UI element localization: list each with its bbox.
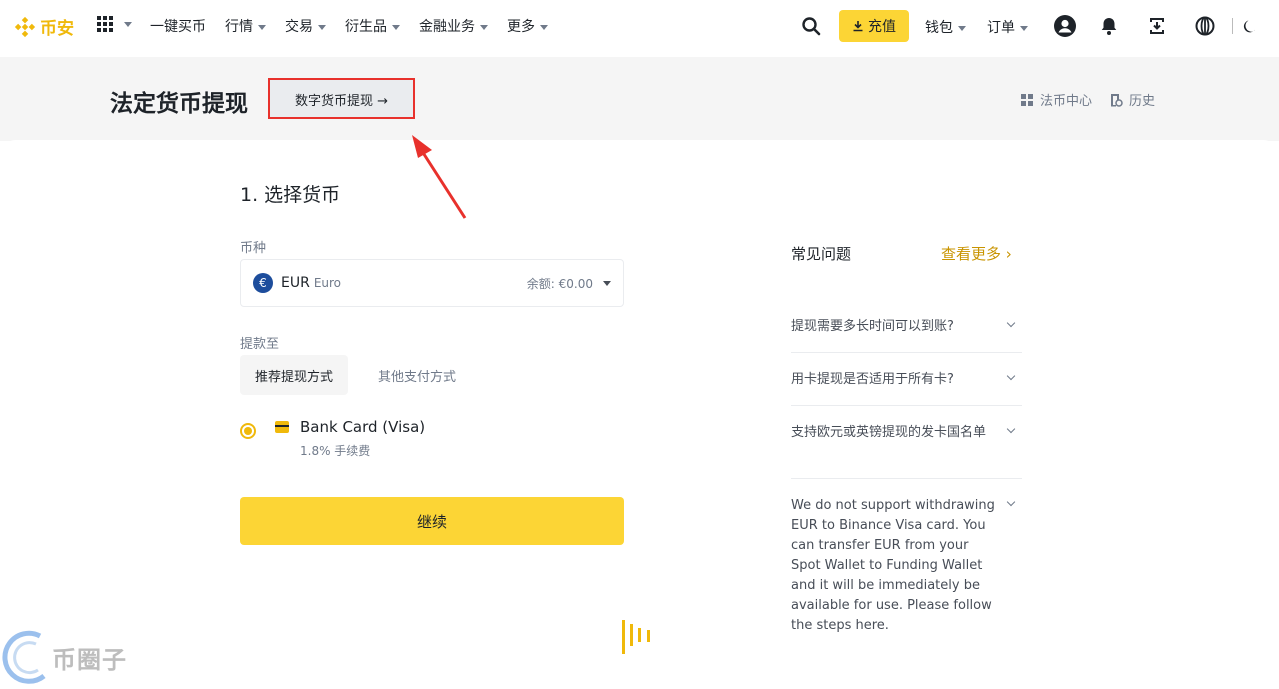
faq-more-link[interactable]: 查看更多 › [941, 243, 1012, 264]
watermark-logo-icon [2, 630, 46, 684]
euro-icon: € [253, 273, 273, 293]
nav-divider [1232, 18, 1233, 34]
wallet-menu[interactable]: 钱包 [925, 17, 966, 37]
chevron-down-icon [258, 24, 266, 30]
chevron-down-icon [958, 25, 966, 31]
menu-label: 交易 [285, 19, 313, 35]
faq-question: We do not support withdrawing EUR to Bin… [791, 498, 995, 633]
menu-label: 金融业务 [419, 19, 475, 35]
logo-text: 币安 [40, 19, 74, 39]
chevron-down-icon [1006, 318, 1016, 328]
menu-label: 更多 [507, 19, 535, 35]
step-title: 1. 选择货币 [240, 184, 341, 206]
theme-toggle-icon[interactable] [1238, 14, 1262, 38]
chevron-down-icon [124, 21, 132, 27]
deposit-button[interactable]: 充值 [839, 10, 909, 42]
main-content [0, 140, 1279, 689]
menu-item-markets[interactable]: 行情 [225, 16, 275, 36]
grid-icon [97, 16, 113, 32]
history-label: 历史 [1129, 94, 1156, 109]
chevron-down-icon [480, 24, 488, 30]
apps-menu[interactable] [97, 16, 132, 32]
continue-button[interactable]: 继续 [240, 497, 624, 545]
highlight-box [268, 78, 415, 119]
orders-menu[interactable]: 订单 [987, 17, 1028, 37]
menu-item-finance[interactable]: 金融业务 [419, 16, 497, 36]
faq-divider [791, 478, 1022, 479]
moon-icon [1243, 20, 1256, 33]
user-avatar-icon[interactable] [1053, 14, 1077, 38]
method-radio[interactable] [240, 423, 256, 439]
language-icon [1195, 16, 1215, 36]
wallet-label: 钱包 [925, 20, 953, 36]
method-name: Bank Card (Visa) [300, 418, 426, 436]
faq-question: 提现需要多长时间可以到账? [791, 319, 954, 334]
orders-label: 订单 [987, 20, 1015, 36]
bank-card-icon [275, 421, 289, 433]
currency-select[interactable]: € EUR Euro 余额: €0.00 [240, 259, 624, 307]
faq-item[interactable]: 提现需要多长时间可以到账? [791, 317, 1022, 337]
chevron-down-icon [603, 280, 611, 286]
fiat-center-link[interactable]: 法币中心 [1020, 90, 1092, 109]
faq-divider [791, 352, 1022, 353]
currency-name: Euro [313, 276, 342, 290]
chevron-down-icon [1020, 25, 1028, 31]
menu-item-trade[interactable]: 交易 [285, 16, 335, 36]
menu-label: 衍生品 [345, 19, 387, 35]
tab-recommended[interactable]: 推荐提现方式 [240, 355, 348, 395]
search-icon[interactable] [801, 16, 821, 36]
user-icon [1054, 15, 1076, 37]
tab-other-methods[interactable]: 其他支付方式 [362, 355, 472, 395]
loading-icon [622, 620, 650, 654]
method-fee: 1.8% 手续费 [300, 444, 371, 458]
watermark-text: 币圈子 [52, 645, 127, 674]
binance-logo-icon [14, 16, 36, 37]
qr-download-icon [1150, 18, 1164, 34]
balance-text: 余额: €0.00 [526, 276, 593, 291]
deposit-label: 充值 [868, 19, 896, 35]
menu-item-derivatives[interactable]: 衍生品 [345, 16, 409, 36]
faq-item[interactable]: 支持欧元或英镑提现的发卡国名单 [791, 423, 1022, 443]
menu-item-buy-crypto[interactable]: 一键买币 [150, 16, 215, 36]
main-menu: 一键买币 行情 交易 衍生品 金融业务 更多 [150, 0, 567, 52]
chevron-down-icon [318, 24, 326, 30]
faq-divider [791, 405, 1022, 406]
faq-question: 用卡提现是否适用于所有卡? [791, 372, 954, 387]
top-navbar: 币安 一键买币 行情 交易 衍生品 金融业务 更多 充值 钱包 订单 [0, 0, 1279, 52]
page-title: 法定货币提现 [110, 91, 248, 117]
faq-title: 常见问题 [791, 245, 852, 263]
red-arrow-annotation [412, 135, 467, 219]
menu-label: 行情 [225, 19, 253, 35]
chevron-down-icon [540, 24, 548, 30]
chevron-down-icon [1006, 371, 1016, 381]
faq-item[interactable]: 用卡提现是否适用于所有卡? [791, 370, 1022, 390]
notification-icon [1101, 18, 1117, 35]
currency-code: EUR [281, 275, 310, 291]
menu-label: 一键买币 [150, 19, 206, 35]
binance-logo[interactable]: 币安 [14, 14, 74, 39]
fiat-center-label: 法币中心 [1040, 94, 1093, 109]
withdraw-to-label: 提款至 [240, 337, 280, 352]
faq-item[interactable]: We do not support withdrawing EUR to Bin… [791, 496, 1022, 636]
bell-icon[interactable] [1097, 14, 1121, 38]
download-app-icon[interactable] [1145, 14, 1169, 38]
chevron-down-icon [1006, 497, 1016, 507]
menu-item-more[interactable]: 更多 [507, 16, 557, 36]
currency-label: 币种 [240, 241, 267, 256]
history-icon [1111, 93, 1123, 107]
chevron-down-icon [1006, 424, 1016, 434]
faq-question: 支持欧元或英镑提现的发卡国名单 [791, 425, 987, 440]
chevron-down-icon [392, 24, 400, 30]
dashboard-icon [1021, 93, 1033, 106]
globe-icon[interactable] [1193, 14, 1217, 38]
history-link[interactable]: 历史 [1109, 90, 1155, 109]
download-icon [853, 21, 863, 32]
watermark: 币圈子 [0, 628, 127, 686]
